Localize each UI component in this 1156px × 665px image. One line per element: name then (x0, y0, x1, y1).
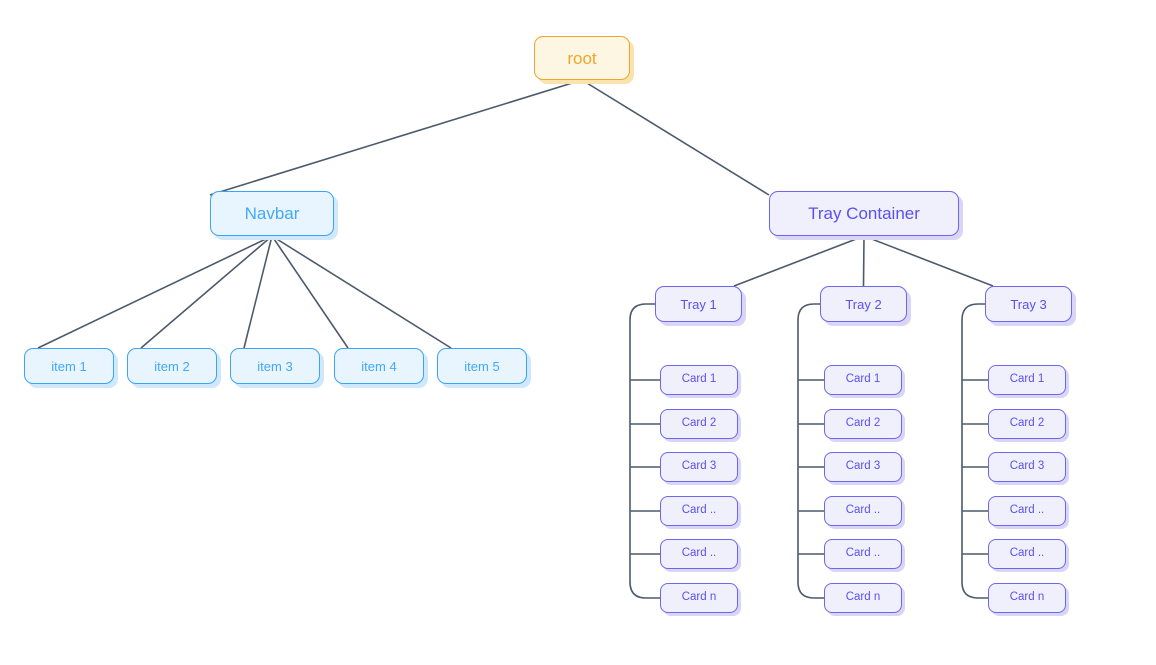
edge-tray-container-tray-2 (862, 235, 865, 287)
node-tray-2-card-4[interactable]: Card .. (824, 496, 902, 526)
node-tray-2-card-3-label: Card 3 (845, 460, 881, 473)
node-tray-2-label: Tray 2 (845, 296, 882, 312)
edge-layer (37, 79, 994, 599)
node-tray-1-card-5-label: Card .. (681, 547, 717, 560)
edge-tray-3-spine (961, 303, 988, 599)
node-tray-1-card-1[interactable]: Card 1 (660, 365, 738, 395)
node-tray-1-card-6[interactable]: Card n (660, 583, 738, 613)
node-tray-3-card-4-label: Card .. (1009, 504, 1045, 517)
node-tray-3-card-5[interactable]: Card .. (988, 539, 1066, 569)
node-tray-2-card-6-label: Card n (845, 591, 881, 604)
edge-tray-container-tray-3 (863, 235, 994, 287)
node-tray-1-card-3-label: Card 3 (681, 460, 717, 473)
edge-navbar-item-3 (243, 235, 273, 349)
node-tray-1-card-3[interactable]: Card 3 (660, 452, 738, 482)
node-item-1-label: item 1 (51, 358, 87, 374)
node-item-1[interactable]: item 1 (24, 348, 114, 384)
edge-root-tray-container (581, 79, 770, 196)
node-tray-2-card-3[interactable]: Card 3 (824, 452, 902, 482)
node-tray-3[interactable]: Tray 3 (985, 286, 1072, 322)
edge-navbar-item-2 (140, 235, 273, 349)
node-tray-2-card-6[interactable]: Card n (824, 583, 902, 613)
node-tray-3-card-6[interactable]: Card n (988, 583, 1066, 613)
node-tray-container[interactable]: Tray Container (769, 191, 959, 236)
node-tray-2-card-1-label: Card 1 (845, 373, 881, 386)
node-tray-1-card-4[interactable]: Card .. (660, 496, 738, 526)
node-tray-3-card-3[interactable]: Card 3 (988, 452, 1066, 482)
diagram-canvas: root Navbar Tray Container item 1 item 2 item… (0, 0, 1156, 665)
node-tray-2-card-5-label: Card .. (845, 547, 881, 560)
node-tray-3-card-2-label: Card 2 (1009, 417, 1045, 430)
node-item-3[interactable]: item 3 (230, 348, 320, 384)
node-navbar-label: Navbar (244, 204, 300, 223)
node-tray-1-card-5[interactable]: Card .. (660, 539, 738, 569)
node-root-label: root (567, 48, 597, 68)
node-tray-3-card-3-label: Card 3 (1009, 460, 1045, 473)
node-tray-3-card-2[interactable]: Card 2 (988, 409, 1066, 439)
node-item-2-label: item 2 (154, 358, 190, 374)
edge-navbar-item-1 (37, 235, 273, 349)
edge-tray-2-spine (797, 303, 824, 599)
node-tray-2-card-2[interactable]: Card 2 (824, 409, 902, 439)
node-tray-1-card-1-label: Card 1 (681, 373, 717, 386)
edge-tray-container-tray-1 (733, 235, 865, 287)
node-item-3-label: item 3 (257, 358, 293, 374)
node-tray-2-card-4-label: Card .. (845, 504, 881, 517)
node-tray-2-card-5[interactable]: Card .. (824, 539, 902, 569)
node-tray-3-label: Tray 3 (1010, 296, 1047, 312)
node-item-4[interactable]: item 4 (334, 348, 424, 384)
edge-root-navbar (209, 79, 583, 196)
edge-navbar-item-5 (271, 235, 452, 349)
node-tray-2-card-1[interactable]: Card 1 (824, 365, 902, 395)
node-root[interactable]: root (534, 36, 630, 80)
node-item-5[interactable]: item 5 (437, 348, 527, 384)
node-tray-1-card-2-label: Card 2 (681, 417, 717, 430)
node-tray-1[interactable]: Tray 1 (655, 286, 742, 322)
node-tray-3-card-6-label: Card n (1009, 591, 1045, 604)
node-item-5-label: item 5 (464, 358, 500, 374)
node-tray-1-card-2[interactable]: Card 2 (660, 409, 738, 439)
node-navbar[interactable]: Navbar (210, 191, 334, 236)
node-tray-2[interactable]: Tray 2 (820, 286, 907, 322)
node-item-4-label: item 4 (361, 358, 397, 374)
node-tray-1-label: Tray 1 (680, 296, 717, 312)
node-tray-1-card-4-label: Card .. (681, 504, 717, 517)
node-tray-3-card-1[interactable]: Card 1 (988, 365, 1066, 395)
node-tray-3-card-4[interactable]: Card .. (988, 496, 1066, 526)
node-tray-3-card-1-label: Card 1 (1009, 373, 1045, 386)
edge-navbar-item-4 (271, 235, 349, 349)
edge-tray-1-spine (629, 303, 660, 599)
node-tray-2-card-2-label: Card 2 (845, 417, 881, 430)
node-item-2[interactable]: item 2 (127, 348, 217, 384)
node-tray-container-label: Tray Container (808, 204, 920, 223)
node-tray-1-card-6-label: Card n (681, 591, 717, 604)
node-tray-3-card-5-label: Card .. (1009, 547, 1045, 560)
